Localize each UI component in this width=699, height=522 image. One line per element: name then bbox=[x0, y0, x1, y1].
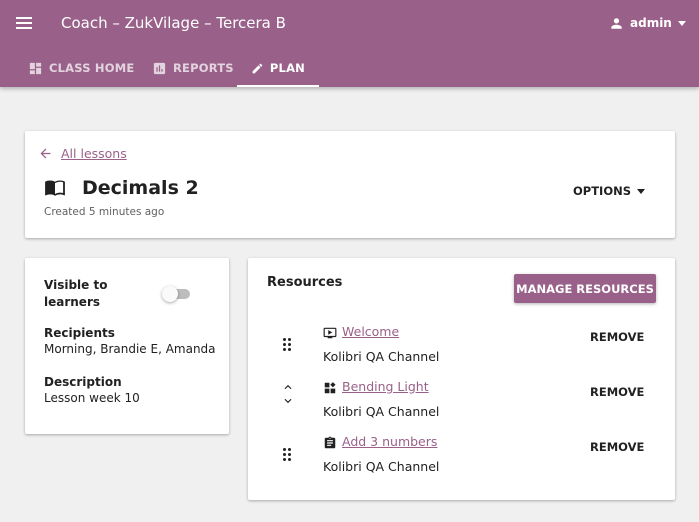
remove-button[interactable]: REMOVE bbox=[582, 379, 652, 405]
interactive-icon bbox=[324, 382, 336, 394]
resource-channel: Kolibri QA Channel bbox=[323, 459, 440, 474]
video-icon bbox=[323, 327, 337, 339]
exercise-icon bbox=[324, 436, 336, 449]
user-name: admin bbox=[630, 16, 672, 30]
reorder-arrows bbox=[281, 380, 295, 410]
recipients-label: Recipients bbox=[44, 326, 115, 340]
tab-class-home[interactable]: CLASS HOME bbox=[14, 49, 148, 87]
caret-down-icon bbox=[677, 20, 686, 26]
resource-channel: Kolibri QA Channel bbox=[323, 404, 440, 419]
remove-button[interactable]: REMOVE bbox=[582, 324, 652, 350]
person-icon bbox=[611, 17, 622, 29]
visibility-toggle[interactable] bbox=[162, 286, 190, 302]
chevron-down-icon[interactable] bbox=[281, 396, 295, 408]
user-menu[interactable]: admin bbox=[610, 14, 686, 32]
manage-resources-button[interactable]: MANAGE RESOURCES bbox=[514, 274, 656, 303]
tab-label: PLAN bbox=[269, 61, 305, 75]
drag-handle-icon[interactable] bbox=[283, 338, 293, 352]
resource-link-add-3-numbers[interactable]: Add 3 numbers bbox=[342, 434, 437, 449]
description-label: Description bbox=[44, 375, 122, 389]
lesson-title: Decimals 2 bbox=[82, 177, 199, 199]
app-title: Coach – ZukVilage – Tercera B bbox=[61, 14, 286, 32]
arrow-back-icon bbox=[40, 148, 51, 159]
bar-chart-icon bbox=[153, 62, 166, 74]
drag-handle-icon[interactable] bbox=[283, 448, 293, 462]
recipients-value: Morning, Brandie E, Amanda bbox=[44, 342, 216, 356]
options-button[interactable]: OPTIONS bbox=[566, 178, 652, 204]
resource-channel: Kolibri QA Channel bbox=[323, 349, 440, 364]
tab-label: CLASS HOME bbox=[49, 61, 135, 75]
menu-icon[interactable] bbox=[14, 13, 34, 33]
back-link-label: All lessons bbox=[61, 146, 127, 161]
options-label: OPTIONS bbox=[573, 184, 632, 198]
tab-reports[interactable]: REPORTS bbox=[138, 49, 248, 87]
tab-plan[interactable]: PLAN bbox=[237, 49, 319, 87]
dashboard-icon bbox=[29, 62, 42, 74]
pencil-icon bbox=[252, 63, 263, 73]
tab-label: REPORTS bbox=[173, 61, 234, 75]
visible-to-learners-label: Visible to learners bbox=[44, 278, 108, 309]
toggle-knob bbox=[162, 286, 178, 302]
created-timestamp: Created 5 minutes ago bbox=[44, 206, 165, 218]
resource-link-bending-light[interactable]: Bending Light bbox=[342, 379, 429, 394]
app-bar: Coach – ZukVilage – Tercera B admin CLAS… bbox=[0, 0, 699, 87]
resources-title: Resources bbox=[267, 275, 343, 290]
remove-button[interactable]: REMOVE bbox=[582, 434, 652, 460]
chevron-up-icon[interactable] bbox=[281, 380, 295, 392]
description-value: Lesson week 10 bbox=[44, 391, 140, 405]
lesson-book-icon bbox=[45, 180, 65, 196]
caret-down-icon bbox=[637, 188, 646, 194]
resource-link-welcome[interactable]: Welcome bbox=[342, 324, 399, 339]
back-link[interactable]: All lessons bbox=[38, 146, 127, 161]
